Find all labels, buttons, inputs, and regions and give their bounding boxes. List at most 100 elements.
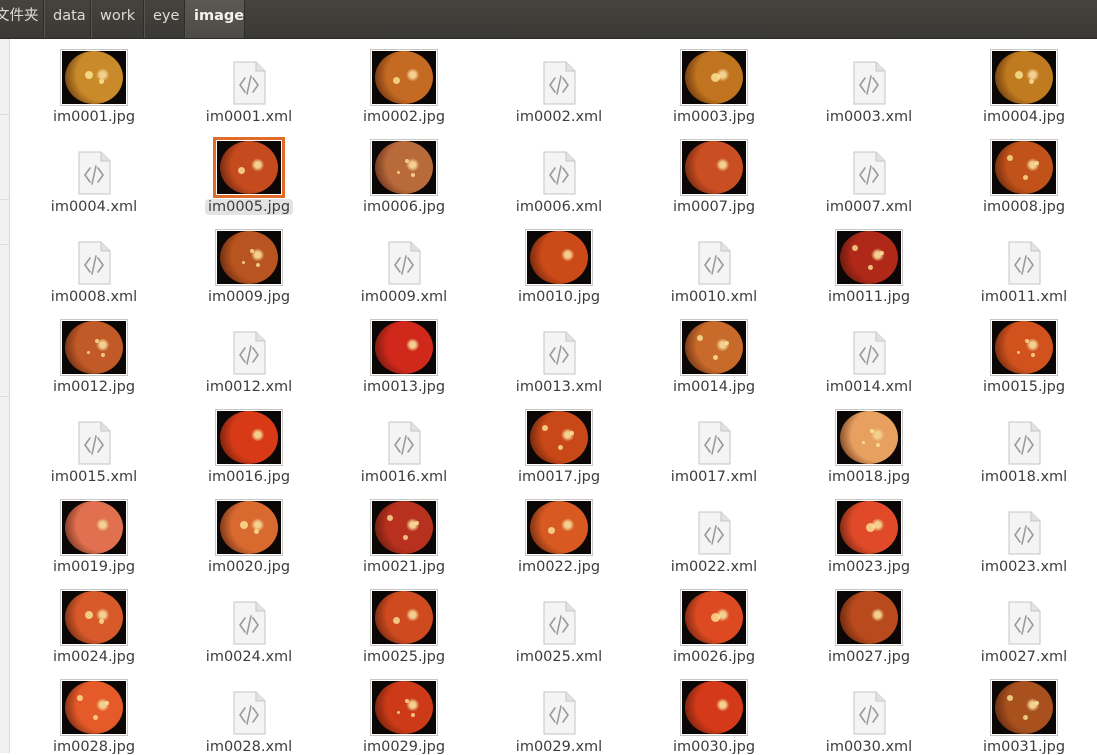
- file-item-image[interactable]: im0008.jpg: [959, 129, 1089, 215]
- file-item-image[interactable]: im0014.jpg: [649, 309, 779, 395]
- lesion-spot: [105, 701, 109, 705]
- file-item-xml[interactable]: im0008.xml: [29, 219, 159, 305]
- breadcrumb-folder[interactable]: 文件夹: [0, 0, 44, 38]
- breadcrumb-image[interactable]: image: [185, 0, 245, 38]
- file-item-image[interactable]: im0024.jpg: [29, 579, 159, 665]
- lesion-spot: [387, 515, 393, 521]
- file-item-xml[interactable]: im0012.xml: [184, 309, 314, 395]
- file-item-image[interactable]: im0029.jpg: [339, 669, 469, 755]
- breadcrumb-eye[interactable]: eye: [144, 0, 185, 38]
- lesion-spot: [393, 77, 400, 84]
- file-name-text: im0004.jpg: [982, 109, 1066, 125]
- file-item-xml[interactable]: im0013.xml: [494, 309, 624, 395]
- file-name-label: im0022.xml: [639, 559, 789, 575]
- file-name-label: im0025.xml: [484, 649, 634, 665]
- file-name-label: im0009.xml: [329, 289, 479, 305]
- file-item-image[interactable]: im0022.jpg: [494, 489, 624, 575]
- lesion-spot: [880, 251, 884, 255]
- file-item-image[interactable]: im0003.jpg: [649, 39, 779, 125]
- file-item-image[interactable]: im0011.jpg: [804, 219, 934, 305]
- file-item-image[interactable]: im0026.jpg: [649, 579, 779, 665]
- file-item-image[interactable]: im0027.jpg: [804, 579, 934, 665]
- xml-file-icon: [1008, 511, 1041, 555]
- file-name-text: im0015.xml: [50, 469, 138, 485]
- file-item-image[interactable]: im0010.jpg: [494, 219, 624, 305]
- file-item-image[interactable]: im0028.jpg: [29, 669, 159, 755]
- file-name-text: im0009.jpg: [207, 289, 291, 305]
- file-name-label: im0013.jpg: [329, 379, 479, 395]
- file-name-label: im0015.xml: [19, 469, 169, 485]
- file-item-image[interactable]: im0030.jpg: [649, 669, 779, 755]
- file-name-label: im0011.jpg: [794, 289, 944, 305]
- lesion-spot: [93, 715, 98, 720]
- file-item-image[interactable]: im0023.jpg: [804, 489, 934, 575]
- file-item-xml[interactable]: im0030.xml: [804, 669, 934, 755]
- file-item-xml[interactable]: im0001.xml: [184, 39, 314, 125]
- file-item-xml[interactable]: im0006.xml: [494, 129, 624, 215]
- file-item-image[interactable]: im0009.jpg: [184, 219, 314, 305]
- image-thumbnail: [990, 49, 1058, 106]
- lesion-spot: [868, 265, 873, 270]
- file-item-xml[interactable]: im0028.xml: [184, 669, 314, 755]
- file-item-xml[interactable]: im0016.xml: [339, 399, 469, 485]
- file-item-xml[interactable]: im0029.xml: [494, 669, 624, 755]
- file-item-image[interactable]: im0019.jpg: [29, 489, 159, 575]
- sidebar-divider: [0, 244, 9, 245]
- file-item-image[interactable]: im0004.jpg: [959, 39, 1089, 125]
- file-item-xml[interactable]: im0015.xml: [29, 399, 159, 485]
- lesion-spot: [1017, 351, 1020, 354]
- file-item-xml[interactable]: im0018.xml: [959, 399, 1089, 485]
- file-item-image[interactable]: im0016.jpg: [184, 399, 314, 485]
- file-name-label: im0004.jpg: [949, 109, 1097, 125]
- image-thumbnail: [215, 229, 283, 286]
- lesion-spot: [697, 335, 703, 341]
- lesion-spot: [238, 167, 245, 174]
- image-thumbnail: [835, 229, 903, 286]
- breadcrumb-data[interactable]: data: [44, 0, 91, 38]
- breadcrumb-work[interactable]: work: [91, 0, 144, 38]
- file-name-text: im0001.xml: [205, 109, 293, 125]
- file-item-xml[interactable]: im0011.xml: [959, 219, 1089, 305]
- file-item-xml[interactable]: im0014.xml: [804, 309, 934, 395]
- xml-file-icon: [543, 331, 576, 375]
- file-item-xml[interactable]: im0004.xml: [29, 129, 159, 215]
- file-item-xml[interactable]: im0025.xml: [494, 579, 624, 665]
- file-item-xml[interactable]: im0027.xml: [959, 579, 1089, 665]
- file-name-label: im0025.jpg: [329, 649, 479, 665]
- file-name-label: im0023.jpg: [794, 559, 944, 575]
- file-item-xml[interactable]: im0009.xml: [339, 219, 469, 305]
- file-item-image[interactable]: im0007.jpg: [649, 129, 779, 215]
- file-item-xml[interactable]: im0010.xml: [649, 219, 779, 305]
- image-thumbnail: [370, 139, 438, 196]
- file-item-image[interactable]: im0015.jpg: [959, 309, 1089, 395]
- file-name-label: im0008.xml: [19, 289, 169, 305]
- file-item-image[interactable]: im0031.jpg: [959, 669, 1089, 755]
- file-item-xml[interactable]: im0003.xml: [804, 39, 934, 125]
- file-item-image[interactable]: im0012.jpg: [29, 309, 159, 395]
- file-item-image[interactable]: im0013.jpg: [339, 309, 469, 395]
- file-item-image[interactable]: im0018.jpg: [804, 399, 934, 485]
- file-item-image[interactable]: im0025.jpg: [339, 579, 469, 665]
- file-item-image[interactable]: im0020.jpg: [184, 489, 314, 575]
- file-item-xml[interactable]: im0023.xml: [959, 489, 1089, 575]
- file-item-image[interactable]: im0001.jpg: [29, 39, 159, 125]
- file-name-text: im0023.xml: [980, 559, 1068, 575]
- file-item-xml[interactable]: im0007.xml: [804, 129, 934, 215]
- fundus-image: [65, 681, 123, 734]
- file-name-label: im0012.xml: [174, 379, 324, 395]
- file-item-xml[interactable]: im0022.xml: [649, 489, 779, 575]
- file-item-xml[interactable]: im0024.xml: [184, 579, 314, 665]
- fundus-image: [375, 681, 433, 734]
- file-item-xml[interactable]: im0017.xml: [649, 399, 779, 485]
- xml-file-icon: [1008, 421, 1041, 465]
- file-item-image[interactable]: im0017.jpg: [494, 399, 624, 485]
- image-thumbnail: [525, 409, 593, 466]
- file-item-xml[interactable]: im0002.xml: [494, 39, 624, 125]
- fundus-image: [65, 591, 123, 644]
- file-item-image[interactable]: im0006.jpg: [339, 129, 469, 215]
- file-item-image[interactable]: im0021.jpg: [339, 489, 469, 575]
- xml-file-icon: [543, 151, 576, 195]
- fundus-image: [840, 231, 898, 284]
- file-item-image[interactable]: im0005.jpg: [184, 129, 314, 215]
- file-item-image[interactable]: im0002.jpg: [339, 39, 469, 125]
